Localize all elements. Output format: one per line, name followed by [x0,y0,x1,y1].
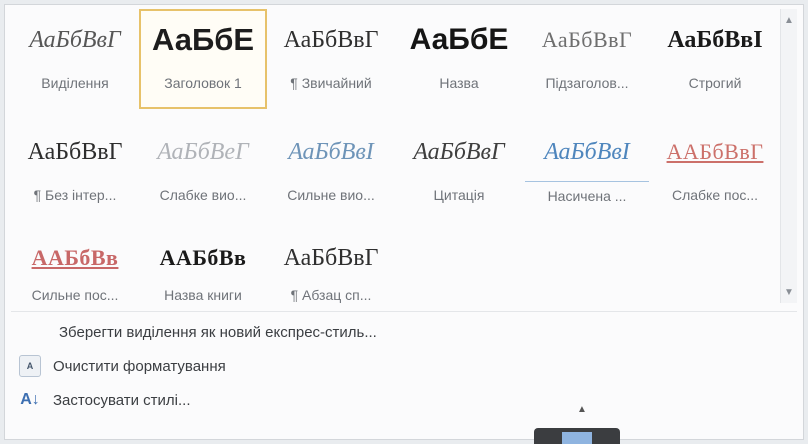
style-item-pidzagolovok[interactable]: АаБбВвГ Підзаголов... [523,9,651,109]
style-item-sylne-vydilennia[interactable]: АаБбВвІ Сильне вио... [267,121,395,221]
style-label: Назва книги [164,287,242,303]
style-item-vydilennia[interactable]: АаБбВвГ Виділення [11,9,139,109]
style-item-bez-intervalu[interactable]: АаБбВвГ ¶ Без інтер... [11,121,139,221]
style-label: Сильне вио... [287,187,375,203]
style-preview: АаБбВвГ [29,26,121,53]
style-preview: АаБбЕ [151,22,255,57]
save-selection-as-style-item[interactable]: Зберегти виділення як новий експрес-стил… [11,315,711,349]
style-item-slabe-posylannia[interactable]: ААБбВвГ Слабке пос... [651,121,779,221]
style-label: Виділення [41,75,109,91]
quick-styles-gallery: АаБбВвГ Виділення АаБбЕ Заголовок 1 АаБб… [4,4,804,440]
style-item-slabe-vydilennia[interactable]: АаБбВеГ Слабке вио... [139,121,267,221]
style-preview: АаБбЕ [409,23,509,56]
style-preview: АаБбВвГ [413,138,505,165]
style-label: Слабке пос... [671,187,759,203]
style-label: Слабке вио... [159,187,247,203]
styles-row-1: АаБбВвГ Виділення АаБбЕ Заголовок 1 АаБб… [11,9,779,113]
apply-styles-item[interactable]: A↓ Застосувати стилі... [11,383,711,417]
gallery-scrollbar[interactable]: ▲ ▼ [780,9,797,303]
style-item-nazva[interactable]: АаБбЕ Назва [395,9,523,109]
apply-styles-label: Застосувати стилі... [53,391,191,409]
style-label: ¶ Без інтер... [33,187,117,203]
clear-formatting-icon: A [15,354,45,378]
style-label: ¶ Звичайний [290,75,372,91]
styles-row-2: АаБбВвГ ¶ Без інтер... АаБбВеГ Слабке ви… [11,121,779,225]
style-label: Цитація [433,187,485,203]
style-item-zvychainyi[interactable]: АаБбВвГ ¶ Звичайний [267,9,395,109]
styles-grid: АаБбВвГ Виділення АаБбЕ Заголовок 1 АаБб… [11,9,779,321]
style-preview: ААБбВв [31,245,119,270]
style-preview: АаБбВвІ [667,26,763,53]
style-label: Заголовок 1 [164,75,242,91]
style-item-sylne-posylannia[interactable]: ААБбВв Сильне пос... [11,233,139,311]
style-preview: АаБбВвГ [283,26,379,53]
scroll-down-icon[interactable]: ▼ [782,285,796,299]
style-item-zagolovok-1[interactable]: АаБбЕ Заголовок 1 [139,9,267,109]
style-item-nazva-knygy[interactable]: ААБбВв Назва книги [139,233,267,311]
style-preview: АаБбВвГ [27,138,123,165]
resize-grip-icon[interactable]: ▲ [574,402,590,416]
style-label: ¶ Абзац сп... [290,287,372,303]
apply-styles-icon: A↓ [20,391,40,408]
gallery-actions: Зберегти виділення як новий експрес-стил… [11,315,711,417]
style-item-nasychena[interactable]: АаБбВвІ Насичена ... [523,121,651,221]
style-preview: АаБбВвГ [283,244,379,271]
style-label: Сильне пос... [31,287,119,303]
style-preview: ААБбВв [159,245,247,270]
style-preview: АаБбВвГ [541,27,633,52]
style-label: Строгий [688,75,742,91]
clear-formatting-item[interactable]: A Очистити форматування [11,349,711,383]
thumbnail-preview [562,432,592,444]
clear-formatting-label: Очистити форматування [53,357,226,375]
style-label: Насичена ... [547,188,627,204]
style-item-tsytatsiia[interactable]: АаБбВвГ Цитація [395,121,523,221]
style-preview: ААБбВвГ [666,139,764,164]
styles-row-3: ААБбВв Сильне пос... ААБбВв Назва книги … [11,233,779,313]
style-item-strogyi[interactable]: АаБбВвІ Строгий [651,9,779,109]
style-item-abzats-spysku[interactable]: АаБбВвГ ¶ Абзац сп... [267,233,395,311]
style-preview: АаБбВеГ [157,138,249,165]
style-preview: АаБбВвІ [288,138,374,165]
style-preview: АаБбВвІ [525,123,649,182]
style-label: Назва [439,75,479,91]
scroll-up-icon[interactable]: ▲ [782,13,796,27]
separator [11,311,797,312]
style-label: Підзаголов... [545,75,629,91]
save-selection-label: Зберегти виділення як новий експрес-стил… [59,323,377,341]
